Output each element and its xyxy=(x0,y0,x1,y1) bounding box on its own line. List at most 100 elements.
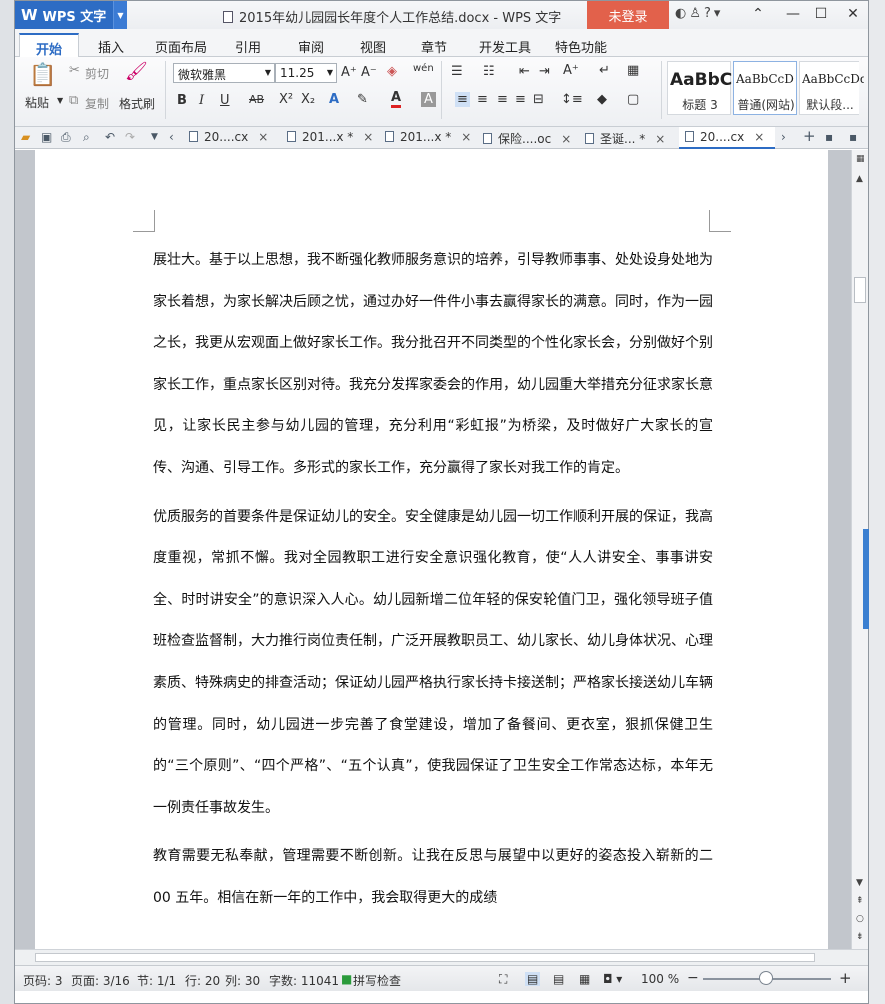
doc-tab-5[interactable]: 圣诞... * × xyxy=(585,130,665,147)
distribute-icon[interactable]: ⊟ xyxy=(533,92,544,107)
tab-page-layout[interactable]: 页面布局 xyxy=(155,37,207,56)
web-view-icon[interactable]: ▦ xyxy=(579,972,590,986)
shrink-font-icon[interactable]: A⁻ xyxy=(361,65,377,80)
bullet-list-icon[interactable]: ☰ xyxy=(451,64,463,79)
print-preview-icon[interactable]: ⌕ xyxy=(83,130,90,145)
copy-icon[interactable]: ⧉ xyxy=(69,93,78,108)
doc-tab-2[interactable]: 201...x * × xyxy=(287,130,373,144)
style-default-paragraph[interactable]: AaBbCcDd 默认段... xyxy=(799,61,864,115)
select-browse-icon[interactable]: ○ xyxy=(856,914,864,924)
status-pages[interactable]: 页面: 3/16 xyxy=(71,972,130,989)
increase-indent-icon[interactable]: ⇥ xyxy=(539,64,550,79)
chinese-layout-icon[interactable]: A⁺ xyxy=(563,63,579,78)
quick-access-dropdown-icon[interactable]: ▼ xyxy=(151,132,158,142)
paste-button[interactable]: 粘贴 xyxy=(25,94,49,111)
tab-review[interactable]: 审阅 xyxy=(298,37,324,56)
horizontal-scrollbar-thumb[interactable] xyxy=(35,953,815,962)
bold-icon[interactable]: B xyxy=(177,93,187,108)
zoom-out-icon[interactable]: − xyxy=(687,970,699,986)
grow-font-icon[interactable]: A⁺ xyxy=(341,65,357,80)
line-spacing-icon[interactable]: ↕≡ xyxy=(561,92,583,107)
doc-tab-3[interactable]: 201...x * × xyxy=(385,130,471,144)
paste-icon[interactable]: 📋 xyxy=(29,63,56,88)
clear-format-icon[interactable]: ◈ xyxy=(387,64,397,79)
minimize-button[interactable]: — xyxy=(783,6,803,22)
scroll-up-icon[interactable]: ▲ xyxy=(856,174,863,184)
zoom-slider-knob[interactable] xyxy=(759,971,773,985)
doc-tab-4[interactable]: 保险....oc × xyxy=(483,130,571,147)
doc-tab-close-icon[interactable]: × xyxy=(561,132,571,146)
doc-tab-1[interactable]: 20....cx × xyxy=(189,130,268,144)
scrollbar-thumb[interactable] xyxy=(854,277,866,303)
new-tab-icon[interactable]: + xyxy=(803,127,816,145)
char-shading-icon[interactable]: A xyxy=(421,92,436,107)
spell-check-button[interactable]: 拼写检查 xyxy=(353,972,401,989)
copy-button[interactable]: 复制 xyxy=(85,95,109,112)
italic-icon[interactable]: I xyxy=(199,93,204,108)
shirt-icon[interactable]: ♙ xyxy=(689,6,704,21)
borders-icon[interactable]: ▢ xyxy=(627,92,639,107)
decrease-indent-icon[interactable]: ⇤ xyxy=(519,64,530,79)
maximize-button[interactable]: ☐ xyxy=(811,6,831,22)
status-word-count[interactable]: 字数: 11041 xyxy=(269,972,339,989)
strikethrough-icon[interactable]: AB xyxy=(249,93,264,106)
text-effect-icon[interactable]: A xyxy=(329,92,339,107)
phonetic-icon[interactable]: wén xyxy=(413,63,434,74)
paragraph[interactable]: 教育需要无私奉献，管理需要不断创新。让我在反思与展望中以更好的姿态投入崭新的二 … xyxy=(153,836,713,919)
cut-icon[interactable]: ✂ xyxy=(69,63,80,78)
tab-insert[interactable]: 插入 xyxy=(98,37,124,56)
align-right-icon[interactable]: ≡ xyxy=(497,92,508,107)
focus-mode-icon[interactable]: ⛶ xyxy=(499,972,507,987)
split-view-icon[interactable]: ▦ xyxy=(856,154,865,164)
tabs-scroll-right-icon[interactable]: › xyxy=(781,130,786,144)
underline-icon[interactable]: U xyxy=(220,93,230,108)
undo-icon[interactable]: ↶ xyxy=(105,130,115,144)
subscript-icon[interactable]: X₂ xyxy=(301,92,315,107)
save-icon[interactable]: ▣ xyxy=(41,130,52,144)
numbered-list-icon[interactable]: ☷ xyxy=(483,64,495,79)
doc-tab-close-icon[interactable]: × xyxy=(655,132,665,146)
paragraph[interactable]: 优质服务的首要条件是保证幼儿的安全。安全健康是幼儿园一切工作顺利开展的保证，我高… xyxy=(153,497,713,830)
document-page[interactable]: 展壮大。基于以上思想，我不断强化教师服务意识的培养，引导教师事事、处处设身处地为… xyxy=(35,150,828,949)
task-pane-toggle[interactable] xyxy=(863,529,869,629)
font-name-select[interactable]: 微软雅黑 ▼ xyxy=(173,63,275,83)
page-view-icon[interactable]: ▤ xyxy=(525,972,541,986)
format-painter-button[interactable]: 格式刷 xyxy=(119,95,155,112)
style-heading3[interactable]: AaBbC 标题 3 xyxy=(667,61,732,115)
document-body[interactable]: 展壮大。基于以上思想，我不断强化教师服务意识的培养，引导教师事事、处处设身处地为… xyxy=(153,240,713,927)
scroll-down-icon[interactable]: ▼ xyxy=(856,878,863,888)
tab-references[interactable]: 引用 xyxy=(235,37,261,56)
doc-tab-close-icon[interactable]: × xyxy=(258,130,268,144)
doc-tab-close-icon[interactable]: × xyxy=(461,130,471,144)
login-button[interactable]: 未登录 xyxy=(587,1,669,29)
tab-list-icon[interactable]: ▪ xyxy=(825,130,833,144)
superscript-icon[interactable]: X² xyxy=(279,92,293,107)
align-left-icon[interactable]: ≡ xyxy=(455,92,470,107)
open-folder-icon[interactable]: ▰ xyxy=(21,130,30,144)
font-color-icon[interactable]: A xyxy=(391,91,402,108)
style-normal-web[interactable]: AaBbCcD 普通(网站) xyxy=(733,61,797,115)
show-marks-icon[interactable]: ↵ xyxy=(599,63,610,78)
print-icon[interactable]: ⎙ xyxy=(61,130,71,145)
tab-special[interactable]: 特色功能 xyxy=(555,37,607,56)
highlight-icon[interactable]: ✎ xyxy=(357,92,368,107)
table-icon[interactable]: ▦ xyxy=(627,63,639,78)
tab-home[interactable]: 开始 xyxy=(19,33,80,59)
cut-button[interactable]: 剪切 xyxy=(85,65,109,82)
tab-view[interactable]: 视图 xyxy=(360,37,386,56)
doc-tab-close-icon[interactable]: × xyxy=(754,130,764,144)
justify-icon[interactable]: ≡ xyxy=(515,92,526,107)
tab-chapter[interactable]: 章节 xyxy=(421,37,447,56)
align-center-icon[interactable]: ≡ xyxy=(477,92,488,107)
next-page-icon[interactable]: ⇟ xyxy=(856,932,864,942)
spell-check-icon[interactable]: ■ xyxy=(341,972,352,986)
tab-developer[interactable]: 开发工具 xyxy=(479,37,531,56)
paragraph[interactable]: 展壮大。基于以上思想，我不断强化教师服务意识的培养，引导教师事事、处处设身处地为… xyxy=(153,240,713,490)
close-button[interactable]: ✕ xyxy=(843,6,863,22)
zoom-in-icon[interactable]: + xyxy=(839,969,852,987)
format-painter-icon[interactable]: 🖌 xyxy=(125,61,148,82)
doc-tab-active[interactable]: 20....cx × xyxy=(679,127,775,149)
font-size-select[interactable]: 11.25 ▼ xyxy=(275,63,337,83)
skin-icon[interactable]: ◐ xyxy=(675,6,689,21)
help-dropdown-icon[interactable]: ▾ xyxy=(714,6,724,21)
